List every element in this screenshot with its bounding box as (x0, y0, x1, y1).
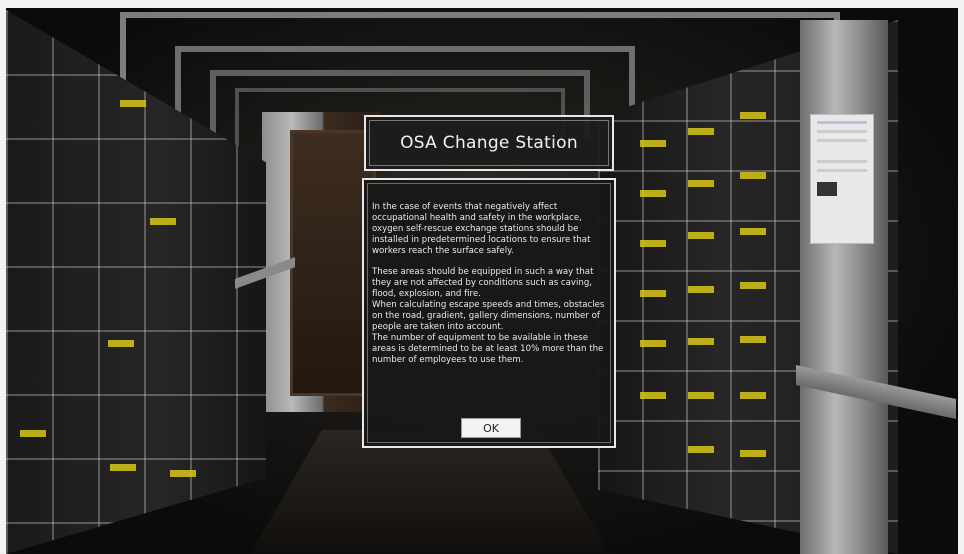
label-tag (688, 232, 714, 239)
label-tag (640, 140, 666, 147)
wall-poster (810, 114, 874, 244)
poster-line (817, 121, 867, 124)
dialog-title: OSA Change Station (400, 133, 578, 153)
label-tag (740, 450, 766, 457)
poster-line (817, 139, 867, 142)
dialog-title-panel: OSA Change Station (364, 115, 614, 171)
poster-line (817, 182, 837, 196)
label-tag (740, 336, 766, 343)
label-tag (740, 392, 766, 399)
ok-button[interactable]: OK (461, 418, 521, 438)
label-tag (640, 240, 666, 247)
dialog-body-panel: In the case of events that negatively af… (362, 178, 616, 448)
label-tag (20, 430, 46, 437)
label-tag (688, 128, 714, 135)
label-tag (688, 286, 714, 293)
label-tag (688, 392, 714, 399)
label-tag (688, 180, 714, 187)
label-tag (740, 112, 766, 119)
floor (250, 430, 610, 554)
support-pillar (800, 20, 888, 554)
poster-line (817, 169, 867, 172)
label-tag (150, 218, 176, 225)
label-tag (740, 282, 766, 289)
label-tag (640, 392, 666, 399)
dialog-paragraph: These areas should be equipped in such a… (372, 267, 605, 365)
label-tag (110, 464, 136, 471)
label-tag (740, 172, 766, 179)
poster-line (817, 160, 867, 163)
label-tag (120, 100, 146, 107)
frame-top (0, 0, 964, 8)
label-tag (108, 340, 134, 347)
frame-right (958, 0, 964, 554)
label-tag (740, 228, 766, 235)
label-tag (688, 446, 714, 453)
poster-line (817, 130, 867, 133)
dialog-paragraph: In the case of events that negatively af… (372, 202, 591, 256)
label-tag (640, 190, 666, 197)
dialog-body-text: In the case of events that negatively af… (372, 202, 608, 376)
frame-left (0, 0, 6, 554)
label-tag (640, 340, 666, 347)
label-tag (640, 290, 666, 297)
label-tag (170, 470, 196, 477)
label-tag (688, 338, 714, 345)
